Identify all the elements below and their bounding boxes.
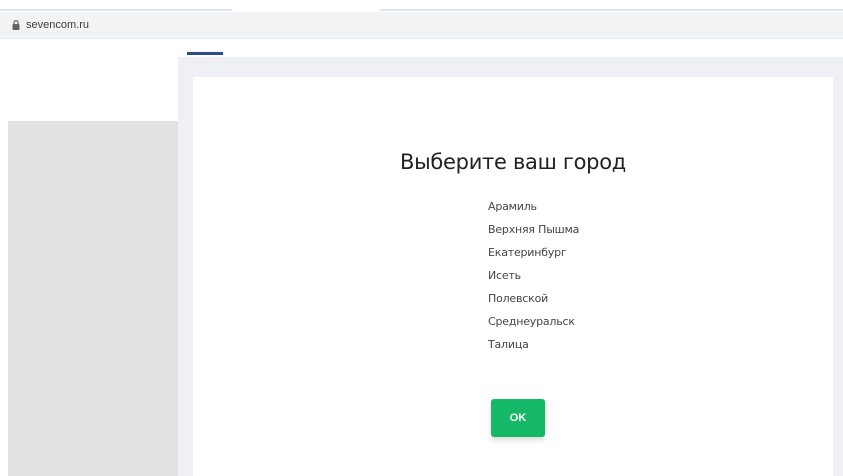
city-option-verkhnyaya-pyshma[interactable]: Верхняя Пышма <box>488 223 579 246</box>
city-option-aramil[interactable]: Арамиль <box>488 200 579 223</box>
tab-divider-left <box>0 9 232 11</box>
address-bar[interactable]: sevencom.ru <box>0 12 843 39</box>
modal-title: Выберите ваш город <box>400 150 626 174</box>
city-option-iset[interactable]: Исеть <box>488 269 579 292</box>
city-option-polevskoy[interactable]: Полевской <box>488 292 579 315</box>
tab-divider-right <box>380 9 843 11</box>
city-select-modal: Выберите ваш город Арамиль Верхняя Пышма… <box>193 77 833 476</box>
city-list: Арамиль Верхняя Пышма Екатеринбург Исеть… <box>488 200 579 361</box>
city-option-talitsa[interactable]: Талица <box>488 338 579 361</box>
left-placeholder-block <box>8 121 178 476</box>
browser-tab-strip <box>0 0 843 12</box>
lock-icon[interactable] <box>12 20 20 30</box>
ok-button[interactable]: OK <box>491 399 545 437</box>
url-text[interactable]: sevencom.ru <box>26 18 89 32</box>
nav-accent-bar <box>187 52 223 55</box>
city-option-sredneuralsk[interactable]: Среднеуральск <box>488 315 579 338</box>
page-content: Выберите ваш город Арамиль Верхняя Пышма… <box>0 39 843 476</box>
city-option-ekaterinburg[interactable]: Екатеринбург <box>488 246 579 269</box>
